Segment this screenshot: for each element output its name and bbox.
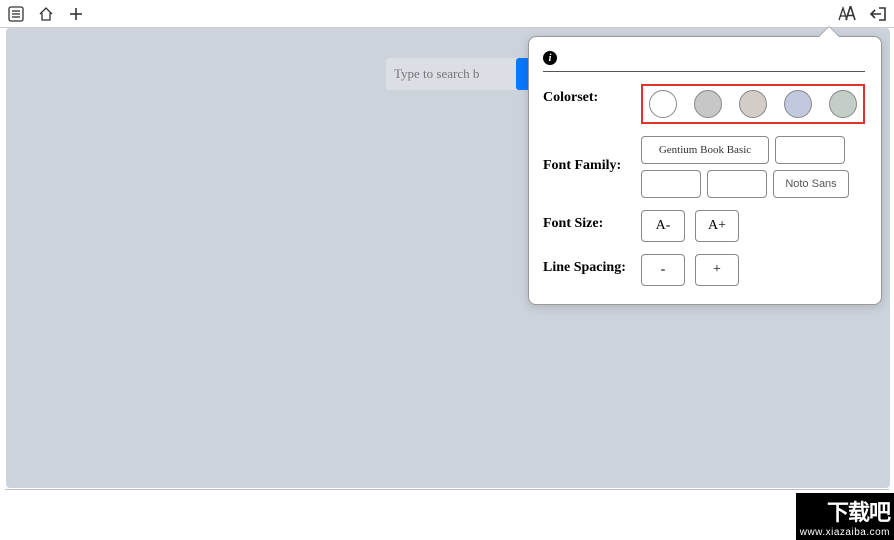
font-size-label: Font Size: bbox=[543, 210, 641, 232]
font-size-decrease-button[interactable]: A- bbox=[641, 210, 685, 242]
popover-header: i bbox=[543, 51, 865, 72]
exit-icon[interactable] bbox=[868, 4, 888, 24]
colorset-swatch-2[interactable] bbox=[694, 90, 722, 118]
colorset-swatch-5[interactable] bbox=[829, 90, 857, 118]
colorset-group bbox=[641, 84, 865, 124]
top-toolbar bbox=[0, 0, 894, 28]
home-icon[interactable] bbox=[36, 4, 56, 24]
colorset-swatch-4[interactable] bbox=[784, 90, 812, 118]
font-option-4[interactable] bbox=[707, 170, 767, 198]
line-spacing-decrease-button[interactable]: - bbox=[641, 254, 685, 286]
watermark-url: www.xiazaiba.com bbox=[800, 527, 890, 538]
colorset-swatch-1[interactable] bbox=[649, 90, 677, 118]
watermark-title: 下载吧 bbox=[800, 495, 890, 527]
list-icon[interactable] bbox=[6, 4, 26, 24]
font-family-group: Gentium Book Basic Noto Sans bbox=[641, 136, 865, 198]
search-field-wrap bbox=[386, 58, 522, 90]
search-drag-handle[interactable] bbox=[516, 58, 528, 90]
bottom-divider bbox=[5, 489, 889, 490]
text-settings-popover: i Colorset: Font Family: Gentium Book Ba… bbox=[528, 36, 882, 305]
text-style-icon[interactable] bbox=[836, 4, 856, 24]
add-icon[interactable] bbox=[66, 4, 86, 24]
font-family-label: Font Family: bbox=[543, 136, 641, 174]
font-option-noto-sans[interactable]: Noto Sans bbox=[773, 170, 849, 198]
colorset-swatch-3[interactable] bbox=[739, 90, 767, 118]
font-option-gentium[interactable]: Gentium Book Basic bbox=[641, 136, 769, 164]
line-spacing-label: Line Spacing: bbox=[543, 254, 641, 276]
font-option-3[interactable] bbox=[641, 170, 701, 198]
info-icon[interactable]: i bbox=[543, 51, 557, 65]
font-size-increase-button[interactable]: A+ bbox=[695, 210, 739, 242]
search-input[interactable] bbox=[386, 60, 522, 88]
watermark: 下载吧 www.xiazaiba.com bbox=[796, 493, 894, 540]
line-spacing-increase-button[interactable]: + bbox=[695, 254, 739, 286]
font-option-2[interactable] bbox=[775, 136, 845, 164]
colorset-label: Colorset: bbox=[543, 84, 641, 106]
